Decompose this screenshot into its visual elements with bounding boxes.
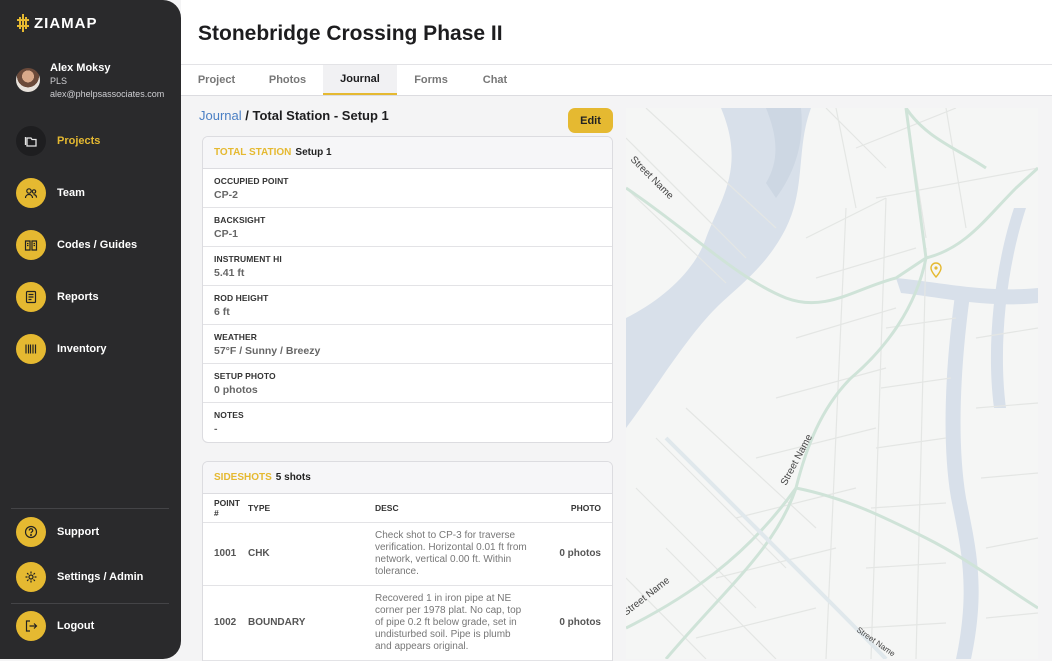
- user-profile[interactable]: Alex Moksy PLS alex@phelpsassociates.com: [16, 61, 164, 101]
- page-title: Stonebridge Crossing Phase II: [198, 22, 503, 45]
- setup-card: TOTAL STATION Setup 1 OCCUPIED POINT CP-…: [202, 136, 613, 443]
- cell-point: 1002: [203, 585, 244, 661]
- field-label: NOTES: [214, 410, 244, 420]
- field-occupied-point: OCCUPIED POINT CP-2: [203, 169, 612, 208]
- user-email: alex@phelpsassociates.com: [50, 89, 165, 99]
- sidebar-item-codes-guides[interactable]: Codes / Guides: [16, 230, 137, 260]
- field-weather: WEATHER 57°F / Sunny / Breezy: [203, 325, 612, 364]
- tab-journal[interactable]: Journal: [323, 65, 397, 95]
- column-header-type: TYPE: [243, 494, 371, 523]
- table-row[interactable]: 1002 BOUNDARY Recovered 1 in iron pipe a…: [203, 585, 612, 661]
- tab-chat[interactable]: Chat: [465, 65, 525, 95]
- user-role: PLS: [50, 76, 68, 86]
- sidebar-item-label: Settings / Admin: [57, 571, 144, 583]
- cell-point: 1001: [203, 522, 244, 586]
- tab-bar: Project Photos Journal Forms Chat: [181, 65, 1052, 96]
- user-name: Alex Moksy: [50, 62, 111, 74]
- field-label: ROD HEIGHT: [214, 293, 269, 303]
- gear-icon: [16, 562, 46, 592]
- divider: [11, 508, 169, 509]
- edit-button[interactable]: Edit: [568, 108, 613, 133]
- cell-photo[interactable]: 0 photos: [530, 522, 612, 586]
- column-header-photo: PHOTO: [530, 494, 612, 523]
- breadcrumb-separator: /: [241, 108, 253, 123]
- help-icon: [16, 517, 46, 547]
- sidebar-item-label: Logout: [57, 620, 95, 632]
- field-label: INSTRUMENT HI: [214, 254, 282, 264]
- sidebar-item-settings-admin[interactable]: Settings / Admin: [16, 562, 143, 592]
- card-header: TOTAL STATION Setup 1: [203, 137, 612, 169]
- map-canvas[interactable]: Street Name Street Name Street Name Stre…: [626, 108, 1038, 659]
- avatar: [16, 68, 40, 92]
- table-row[interactable]: 1001 CHK Check shot to CP-3 for traverse…: [203, 522, 612, 586]
- field-value: 57°F / Sunny / Breezy: [214, 345, 321, 357]
- field-label: SETUP PHOTO: [214, 371, 276, 381]
- document-icon: [16, 282, 46, 312]
- page-header: Stonebridge Crossing Phase II: [181, 0, 1052, 65]
- field-rod-height: ROD HEIGHT 6 ft: [203, 286, 612, 325]
- map-view[interactable]: Street Name Street Name Street Name Stre…: [626, 108, 1038, 659]
- shot-count: 5 shots: [275, 472, 311, 483]
- tab-photos[interactable]: Photos: [252, 65, 323, 95]
- sidebar-item-label: Projects: [57, 135, 101, 147]
- field-label: WEATHER: [214, 332, 258, 342]
- cell-desc: Recovered 1 in iron pipe at NE corner pe…: [370, 585, 531, 661]
- tab-project[interactable]: Project: [181, 65, 252, 95]
- sidebar-item-reports[interactable]: Reports: [16, 282, 99, 312]
- app-logo[interactable]: ZIAMAP: [16, 14, 98, 32]
- field-instrument-hi: INSTRUMENT HI 5.41 ft: [203, 247, 612, 286]
- card-kind: TOTAL STATION: [214, 147, 292, 158]
- column-header-point: POINT #: [203, 494, 244, 523]
- cell-photo[interactable]: 0 photos: [530, 585, 612, 661]
- breadcrumb-link-journal[interactable]: Journal: [199, 108, 242, 123]
- breadcrumb: Journal / Total Station - Setup 1: [199, 108, 389, 123]
- field-value: CP-1: [214, 228, 238, 240]
- cell-desc: Check shot to CP-3 for traverse verifica…: [370, 522, 531, 586]
- sidebar-item-label: Codes / Guides: [57, 239, 138, 251]
- column-header-desc: DESC: [370, 494, 531, 523]
- logo-text: ZIAMAP: [34, 14, 98, 32]
- field-setup-photo: SETUP PHOTO 0 photos: [203, 364, 612, 403]
- barcode-icon: [16, 334, 46, 364]
- sidebar-item-label: Reports: [57, 291, 99, 303]
- logout-icon: [16, 611, 46, 641]
- table-header-row: POINT # TYPE DESC PHOTO: [203, 494, 612, 523]
- folder-icon: [16, 126, 46, 156]
- sidebar-item-label: Inventory: [57, 343, 107, 355]
- book-icon: [16, 230, 46, 260]
- field-label: OCCUPIED POINT: [214, 176, 289, 186]
- sidebar-item-label: Team: [57, 187, 85, 199]
- sidebar: ZIAMAP Alex Moksy PLS alex@phelpsassocia…: [0, 0, 181, 659]
- field-value: 0 photos: [214, 384, 258, 396]
- sideshots-table: POINT # TYPE DESC PHOTO 1001 CHK Check s…: [203, 494, 612, 661]
- sidebar-item-label: Support: [57, 526, 100, 538]
- card-title: Setup 1: [295, 147, 332, 158]
- cell-type: CHK: [243, 522, 371, 586]
- cell-type: BOUNDARY: [243, 585, 371, 661]
- users-icon: [16, 178, 46, 208]
- sidebar-item-support[interactable]: Support: [16, 517, 99, 547]
- ziamap-logo-icon: [16, 14, 30, 32]
- field-value: -: [214, 423, 218, 435]
- sidebar-item-logout[interactable]: Logout: [16, 611, 94, 641]
- sideshots-card: SIDESHOTS 5 shots POINT # TYPE DESC PHOT…: [202, 461, 613, 661]
- field-notes: NOTES -: [203, 403, 612, 442]
- field-value: 5.41 ft: [214, 267, 245, 279]
- tab-forms[interactable]: Forms: [397, 65, 465, 95]
- breadcrumb-current: Total Station - Setup 1: [252, 108, 389, 123]
- field-backsight: BACKSIGHT CP-1: [203, 208, 612, 247]
- card-kind: SIDESHOTS: [214, 472, 272, 483]
- field-value: 6 ft: [214, 306, 230, 318]
- sidebar-item-inventory[interactable]: Inventory: [16, 334, 107, 364]
- field-value: CP-2: [214, 189, 238, 201]
- sidebar-item-projects[interactable]: Projects: [16, 126, 100, 156]
- card-header: SIDESHOTS 5 shots: [203, 462, 612, 494]
- sidebar-item-team[interactable]: Team: [16, 178, 85, 208]
- field-label: BACKSIGHT: [214, 215, 266, 225]
- divider: [11, 603, 169, 604]
